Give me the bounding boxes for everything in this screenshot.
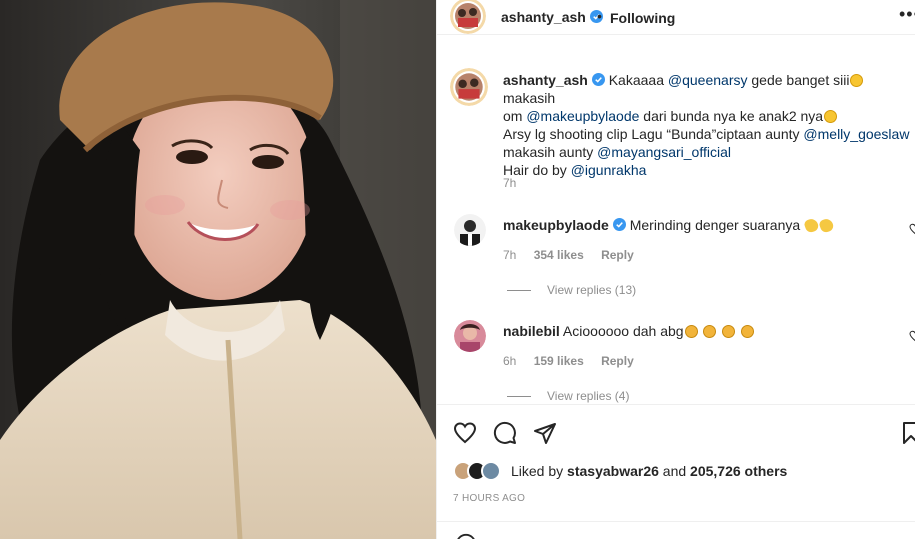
caption-text: makasih aunty — [503, 144, 594, 160]
heart-eyes-emoji-icon — [824, 110, 838, 123]
comment-likes[interactable]: 354 likes — [534, 248, 584, 262]
comment-body: nabilebil Acioooooo dah abg — [503, 323, 755, 339]
author-username-text: ashanty_ash — [501, 9, 586, 25]
comment-bubble-icon[interactable] — [493, 421, 517, 445]
liked-count[interactable]: 205,726 others — [690, 463, 787, 479]
reply-button[interactable]: Reply — [601, 248, 634, 262]
comment-meta: 6h 159 likes Reply — [503, 354, 648, 368]
comments-section[interactable]: ashanty_ash Kakaaaa @queenarsy gede bang… — [437, 36, 915, 404]
caption-avatar[interactable] — [450, 68, 488, 106]
heart-outline-icon[interactable] — [453, 421, 477, 445]
divider — [437, 521, 915, 522]
commenter-username[interactable]: nabilebil — [503, 323, 560, 339]
clapping-emoji-icon — [803, 217, 820, 234]
like-comment-icon[interactable] — [909, 223, 915, 235]
liked-user[interactable]: stasyabwar26 — [567, 463, 659, 479]
verified-badge-icon — [612, 218, 626, 231]
more-options-icon[interactable]: ••• — [899, 4, 915, 25]
verified-badge-icon — [591, 73, 605, 86]
caption-text: Arsy lg shooting clip Lagu “Bunda”ciptaa… — [503, 126, 800, 142]
view-replies-label: View replies (4) — [547, 389, 630, 403]
caption-text: om — [503, 108, 523, 124]
replies-divider — [507, 290, 531, 292]
caption-text: makasih — [503, 90, 556, 106]
post-timestamp[interactable]: 7 HOURS AGO — [453, 493, 525, 504]
grin-emoji-icon — [850, 74, 864, 87]
mention-link[interactable]: @queenarsy — [668, 72, 748, 88]
post-photo — [0, 0, 436, 539]
following-button[interactable]: Following — [610, 10, 675, 26]
liked-prefix: Liked by — [511, 463, 564, 479]
clapping-emoji-icon — [818, 217, 835, 234]
view-replies-button[interactable]: View replies (4) — [507, 389, 629, 403]
post-header: ashanty_ash • Following ••• — [437, 0, 915, 35]
comment-likes[interactable]: 159 likes — [534, 354, 584, 368]
comment-time: 7h — [503, 248, 517, 262]
avatar — [481, 461, 501, 481]
mention-link[interactable]: @mayangsari_official — [597, 144, 731, 160]
mention-link[interactable]: @makeupbylaode — [526, 108, 639, 124]
caption-text: dari bunda nya ke anak2 nya — [643, 108, 824, 124]
author-avatar[interactable] — [450, 0, 486, 34]
commenter-avatar[interactable] — [454, 320, 486, 352]
emoji-picker-icon[interactable] — [455, 533, 477, 539]
comment-text: Merinding denger suaranya — [629, 217, 801, 233]
comment-body: makeupbylaode Merinding denger suaranya — [503, 217, 835, 234]
view-replies-label: View replies (13) — [547, 283, 637, 297]
caption-text: Kakaaaa — [608, 72, 664, 88]
sad-emoji-icon — [684, 325, 698, 338]
replies-divider — [507, 396, 531, 398]
view-replies-button[interactable]: View replies (13) — [507, 283, 636, 297]
sad-emoji-icon — [703, 325, 717, 338]
commenter-username[interactable]: makeupbylaode — [503, 217, 609, 233]
paper-plane-icon[interactable] — [533, 421, 557, 445]
post-caption: ashanty_ash Kakaaaa @queenarsy gede bang… — [503, 71, 913, 179]
post-actions: Liked by stasyabwar26 and 205,726 others… — [437, 404, 915, 539]
mention-link[interactable]: @igunrakha — [571, 162, 647, 178]
mention-link[interactable]: @melly_goeslaw — [803, 126, 909, 142]
sad-emoji-icon — [722, 325, 736, 338]
caption-username[interactable]: ashanty_ash — [503, 72, 588, 88]
liked-and: and — [662, 463, 687, 479]
comment-meta: 7h 354 likes Reply — [503, 248, 648, 262]
liked-by-text[interactable]: Liked by stasyabwar26 and 205,726 others — [511, 463, 787, 479]
post-side-panel: ashanty_ash • Following ••• ashanty_ash … — [436, 0, 915, 539]
sad-emoji-icon — [741, 325, 755, 338]
reply-button[interactable]: Reply — [601, 354, 634, 368]
comment-text: Acioooooo dah abg — [562, 323, 684, 339]
caption-text: gede banget siii — [751, 72, 850, 88]
comment-time: 6h — [503, 354, 517, 368]
like-comment-icon[interactable] — [909, 330, 915, 342]
author-username[interactable]: ashanty_ash — [501, 9, 603, 25]
bookmark-icon[interactable] — [899, 421, 915, 445]
commenter-avatar[interactable] — [454, 214, 486, 246]
header-separator: • — [597, 8, 602, 24]
caption-time: 7h — [503, 176, 517, 190]
